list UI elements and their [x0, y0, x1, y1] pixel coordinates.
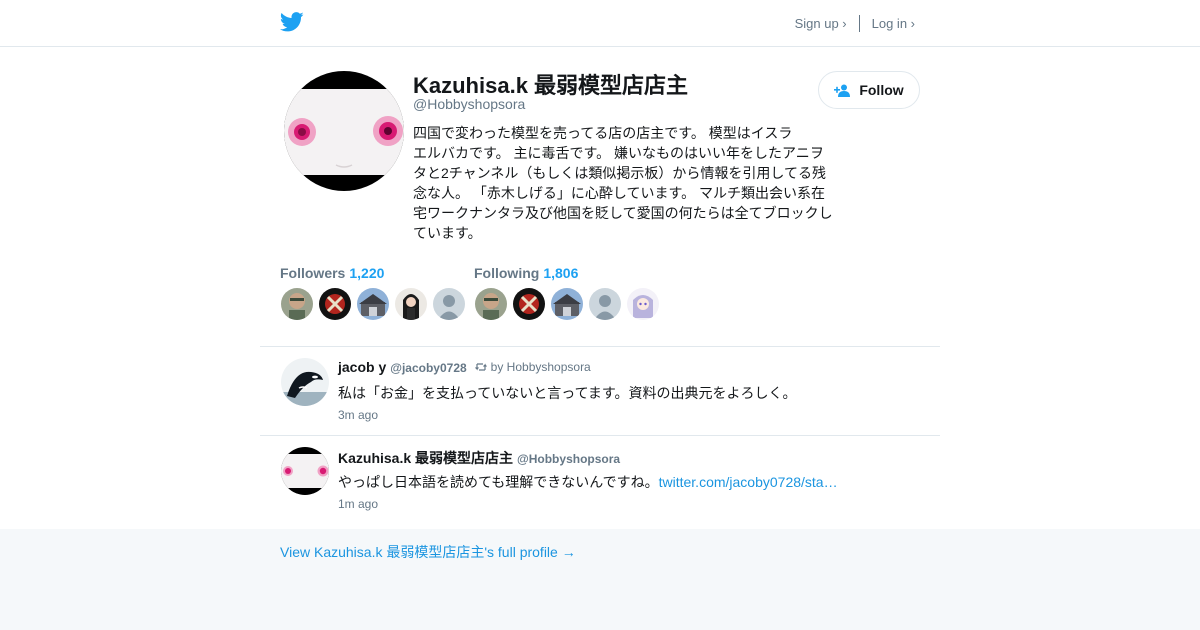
tweet-link[interactable]: twitter.com/jacoby0728/sta… [659, 474, 838, 490]
tweet-text: やっぱし日本語を読めても理解できないんですね。twitter.com/jacob… [338, 472, 838, 492]
follow-label: Follow [859, 82, 904, 98]
follower-avatar[interactable] [319, 288, 351, 320]
tweet-header: Kazuhisa.k 最弱模型店店主 @Hobbyshopsora [338, 448, 620, 468]
tweet-text: 私は「お金」を支払っていないと言ってます。資料の出典元をよろしく。 [338, 385, 797, 401]
bio-line: 四国で変わった模型を売ってる店の店主です。 模型はイスラ [413, 125, 793, 141]
bio-line: 宅ワークナンタラ及び他国を貶して愛国の何たらは全てブロックし [413, 205, 833, 221]
bio-line: タと2チャンネル（もしくは類似掲示板）から情報を引用してる残 [413, 165, 826, 181]
twitter-bird-icon[interactable] [280, 11, 304, 33]
follower-avatar[interactable] [357, 288, 389, 320]
top-bar: Sign up › Log in › [0, 0, 1200, 47]
following-avatar[interactable] [513, 288, 545, 320]
full-profile-link[interactable]: View Kazuhisa.k 最弱模型店店主's full profile → [280, 542, 576, 562]
section-divider [260, 346, 940, 347]
retweet-by-text: by Hobbyshopsora [490, 360, 591, 374]
auth-divider [858, 15, 860, 32]
tweet-text-body: やっぱし日本語を読めても理解できないんですね。 [338, 474, 659, 490]
avatar-face-image [284, 71, 404, 191]
tweet-header: jacob y @jacoby0728 by Hobbyshopsora [338, 359, 591, 375]
following-avatar[interactable] [589, 288, 621, 320]
following-avatars [475, 288, 659, 320]
tweet-avatar[interactable] [281, 447, 329, 495]
following-avatar[interactable] [627, 288, 659, 320]
profile-bio: 四国で変わった模型を売ってる店の店主です。 模型はイスラ エルバカです。 主に毒… [413, 123, 838, 243]
orca-avatar-image [281, 358, 329, 406]
signup-link[interactable]: Sign up › [795, 16, 847, 31]
tweet-author-name[interactable]: jacob y [338, 359, 386, 375]
following-stat[interactable]: Following 1,806 [474, 265, 578, 281]
retweet-icon [474, 363, 487, 371]
bio-line: エルバカです。 主に毒舌です。 嫌いなものはいい年をしたアニヲ [413, 145, 824, 161]
bio-line: ています。 [413, 225, 482, 241]
followers-avatars [281, 288, 465, 320]
following-avatar[interactable] [475, 288, 507, 320]
tweet-author-name[interactable]: Kazuhisa.k 最弱模型店店主 [338, 448, 513, 468]
following-avatar[interactable] [551, 288, 583, 320]
avatar-face-image [281, 447, 329, 495]
profile-avatar[interactable] [284, 71, 404, 191]
tweet-divider [260, 435, 940, 436]
follower-avatar[interactable] [433, 288, 465, 320]
follow-button[interactable]: Follow [818, 71, 920, 109]
follower-avatar[interactable] [281, 288, 313, 320]
retweet-indicator: by Hobbyshopsora [474, 360, 591, 374]
profile-card: Kazuhisa.k 最弱模型店店主 @Hobbyshopsora 四国で変わっ… [0, 47, 1200, 529]
following-label: Following [474, 265, 540, 281]
followers-label: Followers [280, 265, 346, 281]
tweet-author-handle[interactable]: @Hobbyshopsora [517, 452, 620, 466]
following-count: 1,806 [543, 265, 579, 281]
follower-avatar[interactable] [395, 288, 427, 320]
followers-stat[interactable]: Followers 1,220 [280, 265, 384, 281]
tweet-timestamp[interactable]: 1m ago [338, 497, 378, 511]
login-link[interactable]: Log in › [872, 16, 915, 31]
followers-count: 1,220 [349, 265, 385, 281]
auth-links: Sign up › Log in › [795, 15, 915, 32]
tweet-avatar[interactable] [281, 358, 329, 406]
add-user-icon [834, 84, 851, 97]
bio-line: 念な人。 「赤木しげる」に心酔しています。 マルチ類出会い系在 [413, 185, 825, 201]
tweet-timestamp[interactable]: 3m ago [338, 408, 378, 422]
tweet-author-handle[interactable]: @jacoby0728 [390, 361, 466, 375]
profile-handle: @Hobbyshopsora [413, 96, 526, 112]
